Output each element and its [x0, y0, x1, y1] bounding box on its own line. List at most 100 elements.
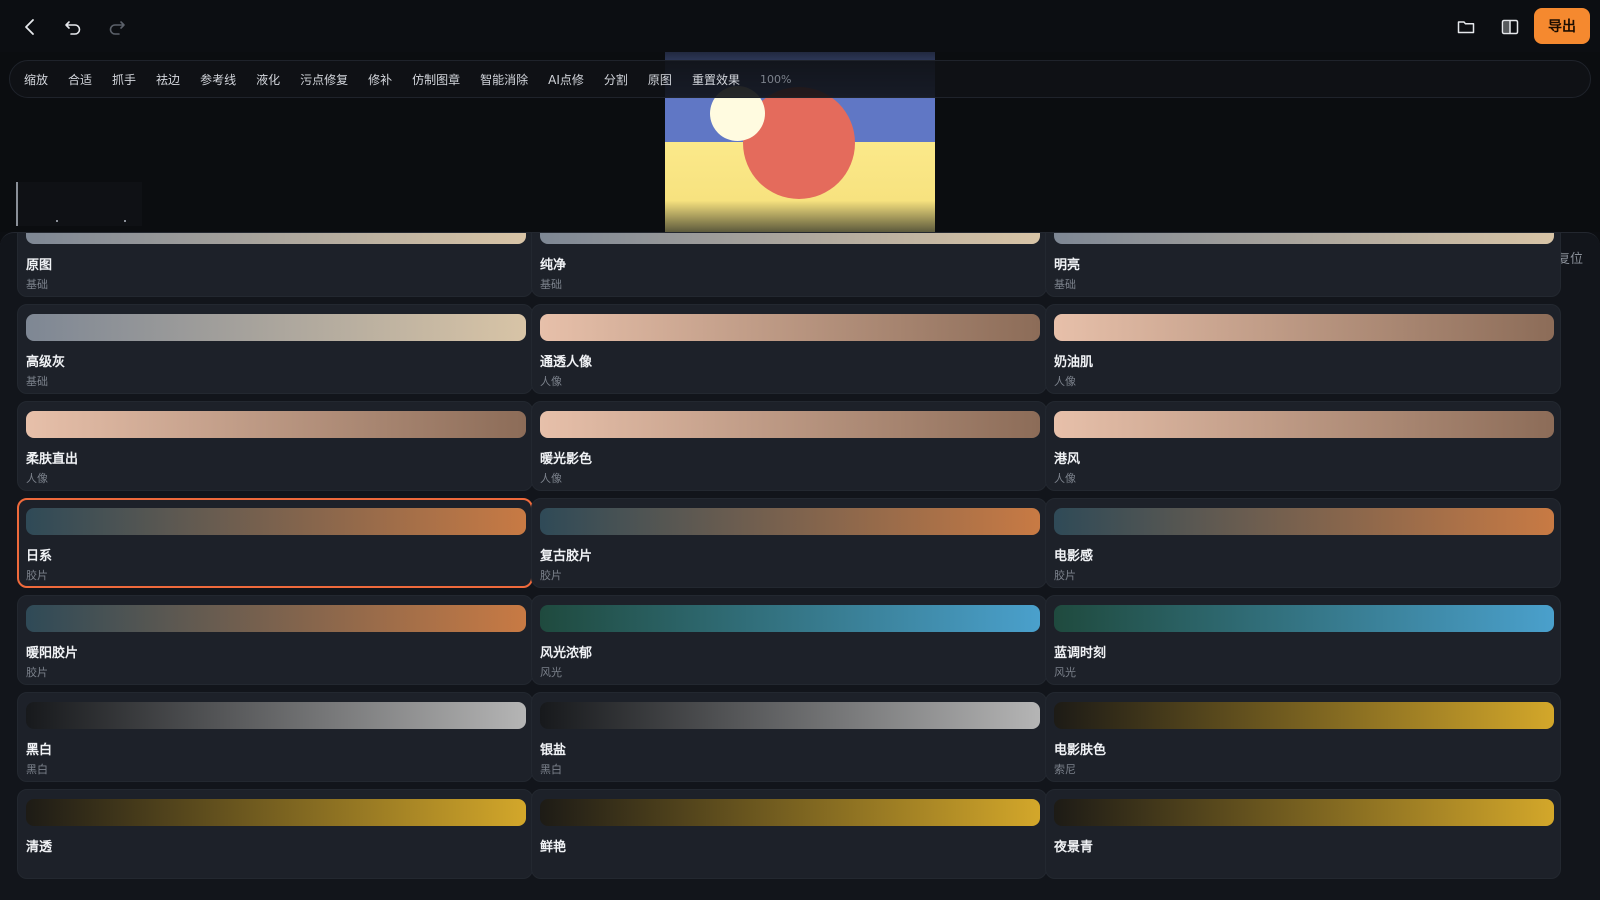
edit-toolbar: 缩放 合适 抓手 祛边 参考线 液化 污点修复 修补 仿制图章 智能消除 AI点修 分割 原图 重置效果 1… — [9, 60, 1591, 98]
preset-name: 通透人像 — [540, 355, 593, 370]
preset-swatch — [540, 605, 1040, 632]
tool-button[interactable]: 缩放 — [24, 71, 48, 88]
preset-card[interactable]: 日系 胶片 — [17, 498, 533, 588]
preset-card[interactable]: 银盐 黑白 — [531, 692, 1047, 782]
tool-button[interactable]: 智能消除 — [480, 71, 528, 88]
back-button[interactable] — [12, 12, 48, 42]
preset-swatch — [26, 605, 526, 632]
preset-category: 胶片 — [26, 569, 48, 582]
preset-name: 港风 — [1054, 452, 1081, 467]
preset-name: 暖阳胶片 — [26, 646, 79, 661]
preset-card[interactable]: 风光浓郁 风光 — [531, 595, 1047, 685]
preset-swatch — [1054, 508, 1554, 535]
undo-icon — [65, 21, 81, 35]
preset-name: 蓝调时刻 — [1054, 646, 1107, 661]
preset-name: 奶油肌 — [1054, 355, 1094, 370]
preset-category: 胶片 — [26, 666, 48, 679]
preset-swatch — [540, 314, 1040, 341]
preset-card[interactable]: 奶油肌 人像 — [1045, 304, 1561, 394]
preset-swatch — [540, 233, 1040, 244]
tool-button[interactable]: 修补 — [368, 71, 392, 88]
preset-card[interactable]: 电影肤色 索尼 — [1045, 692, 1561, 782]
preset-swatch — [1054, 799, 1554, 826]
preset-name: 黑白 — [26, 743, 53, 758]
preset-name: 风光浓郁 — [540, 646, 593, 661]
preset-name: 暖光影色 — [540, 452, 593, 467]
preset-category: 胶片 — [540, 569, 562, 582]
redo-icon — [109, 21, 125, 35]
preset-card[interactable]: 高级灰 基础 — [17, 304, 533, 394]
preset-card[interactable]: 鲜艳 — [531, 789, 1047, 879]
preset-swatch — [1054, 605, 1554, 632]
preset-swatch — [540, 411, 1040, 438]
preset-category: 黑白 — [540, 763, 562, 776]
tool-button[interactable]: 分割 — [604, 71, 628, 88]
tool-button[interactable]: 祛边 — [156, 71, 180, 88]
preset-name: 纯净 — [540, 258, 567, 273]
redo-button[interactable] — [99, 12, 135, 42]
preset-name: 原图 — [26, 258, 53, 273]
preset-name: 银盐 — [540, 743, 567, 758]
zoom-level: 100% — [759, 72, 792, 86]
preset-card[interactable]: 暖光影色 人像 — [531, 401, 1047, 491]
tool-button[interactable]: AI点修 — [548, 71, 584, 88]
tool-button[interactable]: 原图 — [648, 71, 672, 88]
preset-card[interactable]: 复古胶片 胶片 — [531, 498, 1047, 588]
preset-category: 人像 — [26, 472, 48, 485]
preset-card[interactable]: 纯净 基础 — [531, 233, 1047, 297]
preset-name: 高级灰 — [26, 355, 66, 370]
preset-swatch — [1054, 233, 1554, 244]
preset-card[interactable]: 蓝调时刻 风光 — [1045, 595, 1561, 685]
undo-button[interactable] — [55, 12, 91, 42]
export-button[interactable]: 导出 — [1534, 8, 1590, 44]
preset-card[interactable]: 明亮 基础 — [1045, 233, 1561, 297]
preset-category: 风光 — [1054, 666, 1076, 679]
chevron-left-icon — [25, 19, 34, 35]
preset-name: 电影感 — [1054, 549, 1094, 564]
preset-name: 夜景青 — [1054, 840, 1094, 855]
tool-button[interactable]: 仿制图章 — [412, 71, 460, 88]
split-view-icon — [1501, 19, 1519, 35]
preset-swatch — [26, 508, 526, 535]
preset-name: 电影肤色 — [1054, 743, 1107, 758]
preset-category: 基础 — [26, 278, 48, 291]
preset-name: 明亮 — [1054, 258, 1081, 273]
preset-card[interactable]: 柔肤直出 人像 — [17, 401, 533, 491]
tool-button[interactable]: 参考线 — [200, 71, 236, 88]
preset-category: 人像 — [1054, 375, 1076, 388]
tool-button[interactable]: 污点修复 — [300, 71, 348, 88]
preset-name: 日系 — [26, 549, 53, 564]
tool-button[interactable]: 抓手 — [112, 71, 136, 88]
preset-name: 鲜艳 — [540, 840, 567, 855]
compare-button[interactable] — [1492, 12, 1528, 42]
preset-card[interactable]: 夜景青 — [1045, 789, 1561, 879]
preset-swatch — [26, 411, 526, 438]
tool-button[interactable]: 液化 — [256, 71, 280, 88]
preset-category: 人像 — [540, 472, 562, 485]
preset-card[interactable]: 暖阳胶片 胶片 — [17, 595, 533, 685]
preset-card[interactable]: 清透 — [17, 789, 533, 879]
preset-category: 风光 — [540, 666, 562, 679]
preset-name: 清透 — [26, 840, 53, 855]
preset-swatch — [26, 702, 526, 729]
preset-card[interactable]: 通透人像 人像 — [531, 304, 1047, 394]
preset-swatch — [26, 233, 526, 244]
preset-card[interactable]: 电影感 胶片 — [1045, 498, 1561, 588]
preset-category: 人像 — [540, 375, 562, 388]
preset-swatch — [26, 799, 526, 826]
folder-icon — [1457, 21, 1475, 34]
navigator-thumbnail[interactable] — [16, 182, 142, 226]
preset-name: 柔肤直出 — [26, 452, 79, 467]
color-grading-panel: 调色 复位 原图基础纯净基础明亮基础高级灰基础通透人像人像奶油肌人像柔肤直出人像… — [0, 232, 1600, 900]
tool-button[interactable]: 合适 — [68, 71, 92, 88]
tool-button[interactable]: 重置效果 — [692, 71, 740, 88]
preset-swatch — [540, 702, 1040, 729]
preset-card[interactable]: 港风 人像 — [1045, 401, 1561, 491]
preset-swatch — [26, 314, 526, 341]
preset-card[interactable]: 原图 基础 — [17, 233, 533, 297]
preset-swatch — [1054, 702, 1554, 729]
preset-swatch — [1054, 411, 1554, 438]
open-folder-button[interactable] — [1448, 12, 1484, 42]
preset-category: 黑白 — [26, 763, 48, 776]
preset-card[interactable]: 黑白 黑白 — [17, 692, 533, 782]
